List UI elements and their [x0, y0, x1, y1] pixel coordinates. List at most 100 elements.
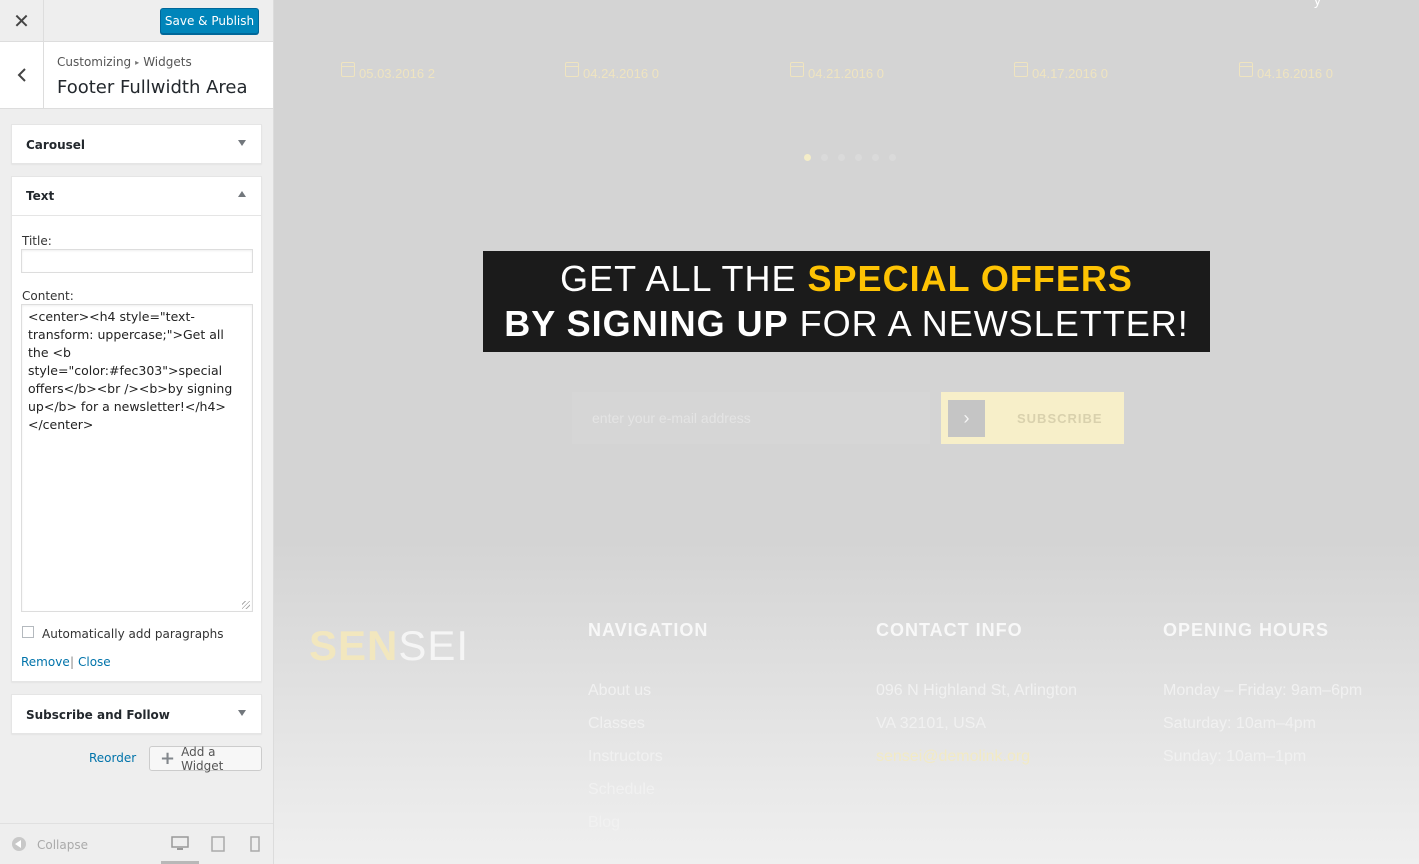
add-widget-button[interactable]: + Add a Widget — [149, 744, 262, 773]
remove-widget-link[interactable]: Remove — [21, 655, 70, 669]
hours-line: Sunday: 10am–1pm — [1163, 748, 1307, 765]
reorder-link[interactable]: Reorder — [89, 751, 136, 765]
post-date: 04.24.2016 0 — [565, 62, 659, 81]
comment-count: 0 — [651, 66, 659, 81]
promo-line-2: BY SIGNING UP FOR A NEWSLETTER! — [504, 303, 1189, 344]
breadcrumb-separator: ▸ — [135, 58, 140, 67]
header-fragment-text: y — [1314, 0, 1321, 8]
post-date-text: 04.21.2016 — [808, 66, 874, 81]
carousel-dot[interactable] — [838, 154, 845, 161]
footer-heading: NAVIGATION — [588, 620, 709, 640]
carousel-dot[interactable] — [855, 154, 862, 161]
site-preview: y 05.03.2016 2 04.24.2016 0 04.21.2016 0… — [274, 0, 1419, 864]
widget-subscribe: Subscribe and Follow — [11, 694, 262, 734]
breadcrumb-current: Widgets — [143, 55, 192, 69]
widget-text-header[interactable]: Text — [12, 177, 261, 216]
widget-carousel-header[interactable]: Carousel — [12, 125, 261, 164]
auto-paragraph-label: Automatically add paragraphs — [42, 627, 224, 641]
contact-email-link[interactable]: sensei@demolink.org — [876, 740, 1077, 773]
title-input[interactable] — [21, 249, 253, 273]
collapse-icon[interactable] — [12, 837, 26, 851]
mobile-icon[interactable] — [247, 836, 265, 852]
comment-count: 0 — [1100, 66, 1108, 81]
comment-count: 0 — [876, 66, 884, 81]
calendar-icon — [1239, 62, 1253, 77]
tablet-icon[interactable] — [209, 836, 227, 852]
chevron-right-icon: › — [948, 399, 985, 437]
comment-count: 0 — [1325, 66, 1333, 81]
post-date-text: 05.03.2016 — [359, 66, 425, 81]
post-date-text: 04.24.2016 — [583, 66, 649, 81]
address-line: 096 N Highland St, Arlington — [876, 682, 1078, 699]
customizer-header: ✕ Save & Publish — [0, 0, 273, 42]
close-widget-link[interactable]: Close — [78, 655, 111, 669]
subscribe-label: SUBSCRIBE — [1017, 410, 1103, 426]
footer-link-blog[interactable]: Blog — [588, 806, 708, 839]
widget-subscribe-header[interactable]: Subscribe and Follow — [12, 695, 261, 734]
widget-carousel-title: Carousel — [26, 137, 86, 152]
promo-highlight: SPECIAL OFFERS — [807, 258, 1133, 299]
breadcrumb-root: Customizing — [57, 55, 132, 69]
widget-subscribe-title: Subscribe and Follow — [26, 707, 170, 722]
calendar-icon — [341, 62, 355, 77]
link-separator: | — [70, 655, 75, 669]
widget-text: Text Title: Content: <center><h4 style="… — [11, 176, 262, 682]
address-line: VA 32101, USA — [876, 715, 986, 732]
footer-heading: OPENING HOURS — [1163, 620, 1330, 640]
close-customizer-button[interactable]: ✕ — [0, 0, 44, 42]
hours-line: Saturday: 10am–4pm — [1163, 715, 1316, 732]
content-label: Content: — [22, 289, 74, 303]
chevron-left-icon — [17, 68, 26, 82]
footer-link-schedule[interactable]: Schedule — [588, 773, 708, 806]
customizer-footer: Collapse — [0, 823, 273, 864]
post-date-text: 04.16.2016 — [1257, 66, 1323, 81]
save-publish-button[interactable]: Save & Publish — [160, 8, 259, 34]
content-text: <center><h4 style="text-transform: upper… — [28, 309, 237, 432]
content-textarea[interactable]: <center><h4 style="text-transform: upper… — [21, 304, 253, 612]
plus-icon: + — [160, 747, 176, 769]
carousel-dot[interactable] — [804, 154, 811, 161]
breadcrumb: Customizing ▸ Widgets — [57, 55, 192, 69]
title-label: Title: — [22, 234, 52, 248]
close-icon: ✕ — [13, 9, 30, 33]
carousel-pagination — [804, 154, 896, 161]
post-date: 04.16.2016 0 — [1239, 62, 1333, 81]
carousel-dot[interactable] — [889, 154, 896, 161]
expand-arrow-icon[interactable] — [238, 140, 246, 146]
collapse-arrow-icon[interactable] — [238, 191, 246, 197]
footer-link-about[interactable]: About us — [588, 674, 708, 707]
expand-arrow-icon[interactable] — [238, 710, 246, 716]
carousel-dot[interactable] — [821, 154, 828, 161]
footer-heading: CONTACT INFO — [876, 620, 1023, 640]
carousel-dot[interactable] — [872, 154, 879, 161]
calendar-icon — [1014, 62, 1028, 77]
add-widget-label: Add a Widget — [181, 744, 224, 773]
calendar-icon — [790, 62, 804, 77]
post-date: 04.17.2016 0 — [1014, 62, 1108, 81]
sensei-logo[interactable]: SENSEI — [309, 622, 469, 670]
back-button[interactable] — [0, 42, 44, 108]
post-date-text: 04.17.2016 — [1032, 66, 1098, 81]
post-date: 04.21.2016 0 — [790, 62, 884, 81]
section-title: Footer Fullwidth Area — [57, 77, 248, 98]
footer-link-instructors[interactable]: Instructors — [588, 740, 708, 773]
resize-grip-icon[interactable] — [242, 601, 250, 609]
promo-bold: BY SIGNING UP — [504, 303, 789, 344]
subscribe-button[interactable]: › SUBSCRIBE — [941, 392, 1124, 444]
hours-line: Monday – Friday: 9am–6pm — [1163, 682, 1363, 699]
footer-hours: OPENING HOURS Monday – Friday: 9am–6pm S… — [1163, 620, 1362, 773]
comment-count: 2 — [427, 66, 435, 81]
widget-text-title: Text — [26, 189, 55, 203]
section-header: Customizing ▸ Widgets Footer Fullwidth Are… — [0, 42, 273, 109]
desktop-icon[interactable] — [171, 836, 189, 852]
auto-paragraph-checkbox[interactable] — [22, 626, 34, 638]
collapse-label[interactable]: Collapse — [37, 838, 88, 852]
widget-carousel: Carousel — [11, 124, 262, 164]
newsletter-email-input[interactable]: enter your e-mail address — [572, 392, 930, 444]
footer-navigation: NAVIGATION About us Classes Instructors … — [588, 620, 708, 839]
newsletter-promo-banner: GET ALL THE SPECIAL OFFERS BY SIGNING UP… — [483, 251, 1210, 352]
footer-link-classes[interactable]: Classes — [588, 707, 708, 740]
customizer-sidebar: ✕ Save & Publish Customizing ▸ Widgets Foo… — [0, 0, 274, 864]
promo-line-1: GET ALL THE SPECIAL OFFERS — [560, 258, 1133, 299]
post-date: 05.03.2016 2 — [341, 62, 435, 81]
